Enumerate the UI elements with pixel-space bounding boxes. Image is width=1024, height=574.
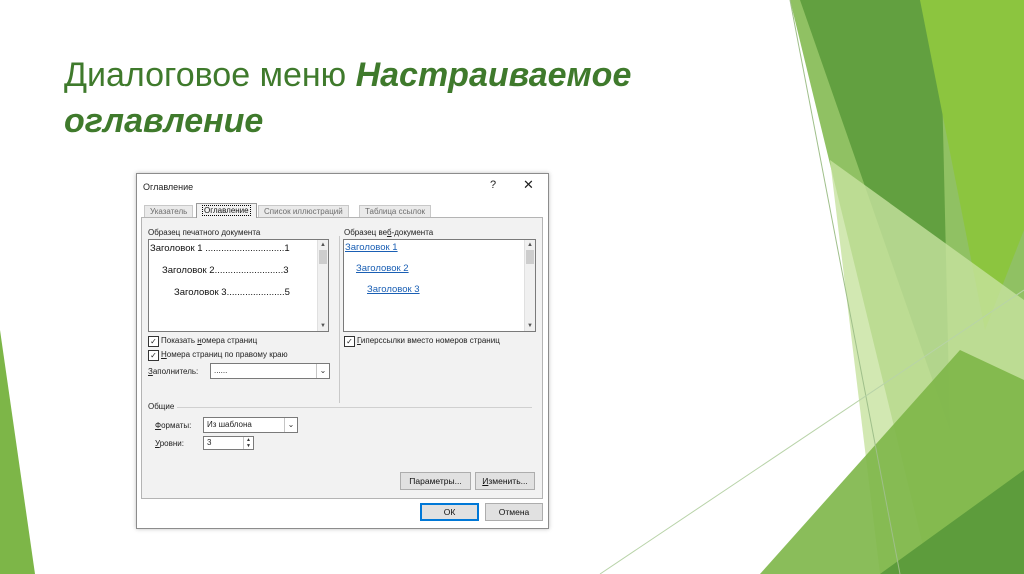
leader-label: Заполнитель: <box>148 367 198 376</box>
right-align-numbers-checkbox[interactable]: ✓ <box>148 350 159 361</box>
label-text: иперссылки вместо номеров страниц <box>360 336 500 345</box>
web-preview-link-1[interactable]: Заголовок 1 <box>345 242 398 253</box>
show-page-numbers-label: Показать номера страниц <box>161 336 257 345</box>
right-align-numbers-label: Номера страниц по правому краю <box>161 350 288 359</box>
scroll-down-icon[interactable]: ▼ <box>525 321 535 331</box>
label-text: орматы: <box>161 421 192 430</box>
web-preview-scrollbar[interactable]: ▲ ▼ <box>524 240 535 331</box>
scroll-up-icon[interactable]: ▲ <box>318 240 328 250</box>
print-preview-box: Заголовок 1 ............................… <box>148 239 329 332</box>
print-preview-line-2: Заголовок 2..........................3 <box>162 265 289 276</box>
general-title: Общие <box>148 402 175 411</box>
web-preview-label: Образец веб-документа <box>344 228 433 237</box>
dialog-titlebar: Оглавление ? ✕ <box>137 174 548 198</box>
ok-button[interactable]: ОК <box>420 503 479 521</box>
levels-value: 3 <box>207 438 212 447</box>
general-divider <box>177 407 532 408</box>
web-preview-link-3[interactable]: Заголовок 3 <box>367 284 420 295</box>
close-icon[interactable]: ✕ <box>523 177 534 193</box>
hyperlinks-label: Гиперссылки вместо номеров страниц <box>357 336 500 345</box>
column-divider <box>339 236 340 403</box>
chevron-down-icon[interactable]: ⌄ <box>284 418 297 432</box>
toc-dialog: Оглавление ? ✕ Указатель Оглавление Спис… <box>136 173 549 529</box>
label-text: аполнитель: <box>152 367 199 376</box>
print-preview-line-3: Заголовок 3......................5 <box>174 287 290 298</box>
parameters-button[interactable]: Параметры... <box>400 472 471 490</box>
leader-select[interactable]: ...... ⌄ <box>210 363 330 379</box>
levels-spinner[interactable]: 3 ▲ ▼ <box>203 436 254 450</box>
print-preview-label: Образец печатного документа <box>148 228 261 237</box>
tab-label: Оглавление <box>202 205 251 216</box>
web-preview-box: Заголовок 1 Заголовок 2 Заголовок 3 ▲ ▼ <box>343 239 536 332</box>
help-icon[interactable]: ? <box>490 179 496 191</box>
scroll-thumb[interactable] <box>319 250 327 264</box>
label-text: ровни: <box>159 439 184 448</box>
chevron-down-icon[interactable]: ⌄ <box>316 364 329 378</box>
scroll-thumb[interactable] <box>526 250 534 264</box>
label-text: -документа <box>391 228 434 237</box>
web-preview-link-2[interactable]: Заголовок 2 <box>356 263 409 274</box>
formats-select[interactable]: Из шаблона ⌄ <box>203 417 298 433</box>
slide-title-plain: Диалоговое меню <box>64 56 356 94</box>
hyperlinks-checkbox[interactable]: ✓ <box>344 336 355 347</box>
spinner-arrows-icon[interactable]: ▲ ▼ <box>243 437 253 449</box>
levels-label: Уровни: <box>155 439 184 448</box>
tab-label: Таблица ссылок <box>365 207 426 216</box>
cancel-button[interactable]: Отмена <box>485 503 543 521</box>
formats-value: Из шаблона <box>207 420 252 429</box>
label-text: омера страниц по правому краю <box>166 350 288 359</box>
scroll-down-icon[interactable]: ▼ <box>318 321 328 331</box>
label-text: омера страниц <box>201 336 258 345</box>
print-preview-scrollbar[interactable]: ▲ ▼ <box>317 240 328 331</box>
show-page-numbers-checkbox[interactable]: ✓ <box>148 336 159 347</box>
modify-button[interactable]: Изменить... <box>475 472 535 490</box>
label-text: Показать <box>161 336 198 345</box>
print-preview-line-1: Заголовок 1 ............................… <box>150 243 290 254</box>
tab-label: Список иллюстраций <box>264 207 343 216</box>
tab-toc[interactable]: Оглавление <box>196 203 257 218</box>
slide-title: Диалоговое меню Настраиваемое оглавление <box>64 52 764 144</box>
label-text: Образец ве <box>344 228 387 237</box>
dialog-title: Оглавление <box>143 182 194 192</box>
scroll-up-icon[interactable]: ▲ <box>525 240 535 250</box>
formats-label: Форматы: <box>155 421 191 430</box>
tab-label: Указатель <box>150 207 188 216</box>
button-label: зменить... <box>488 476 528 486</box>
leader-value: ...... <box>214 366 228 375</box>
